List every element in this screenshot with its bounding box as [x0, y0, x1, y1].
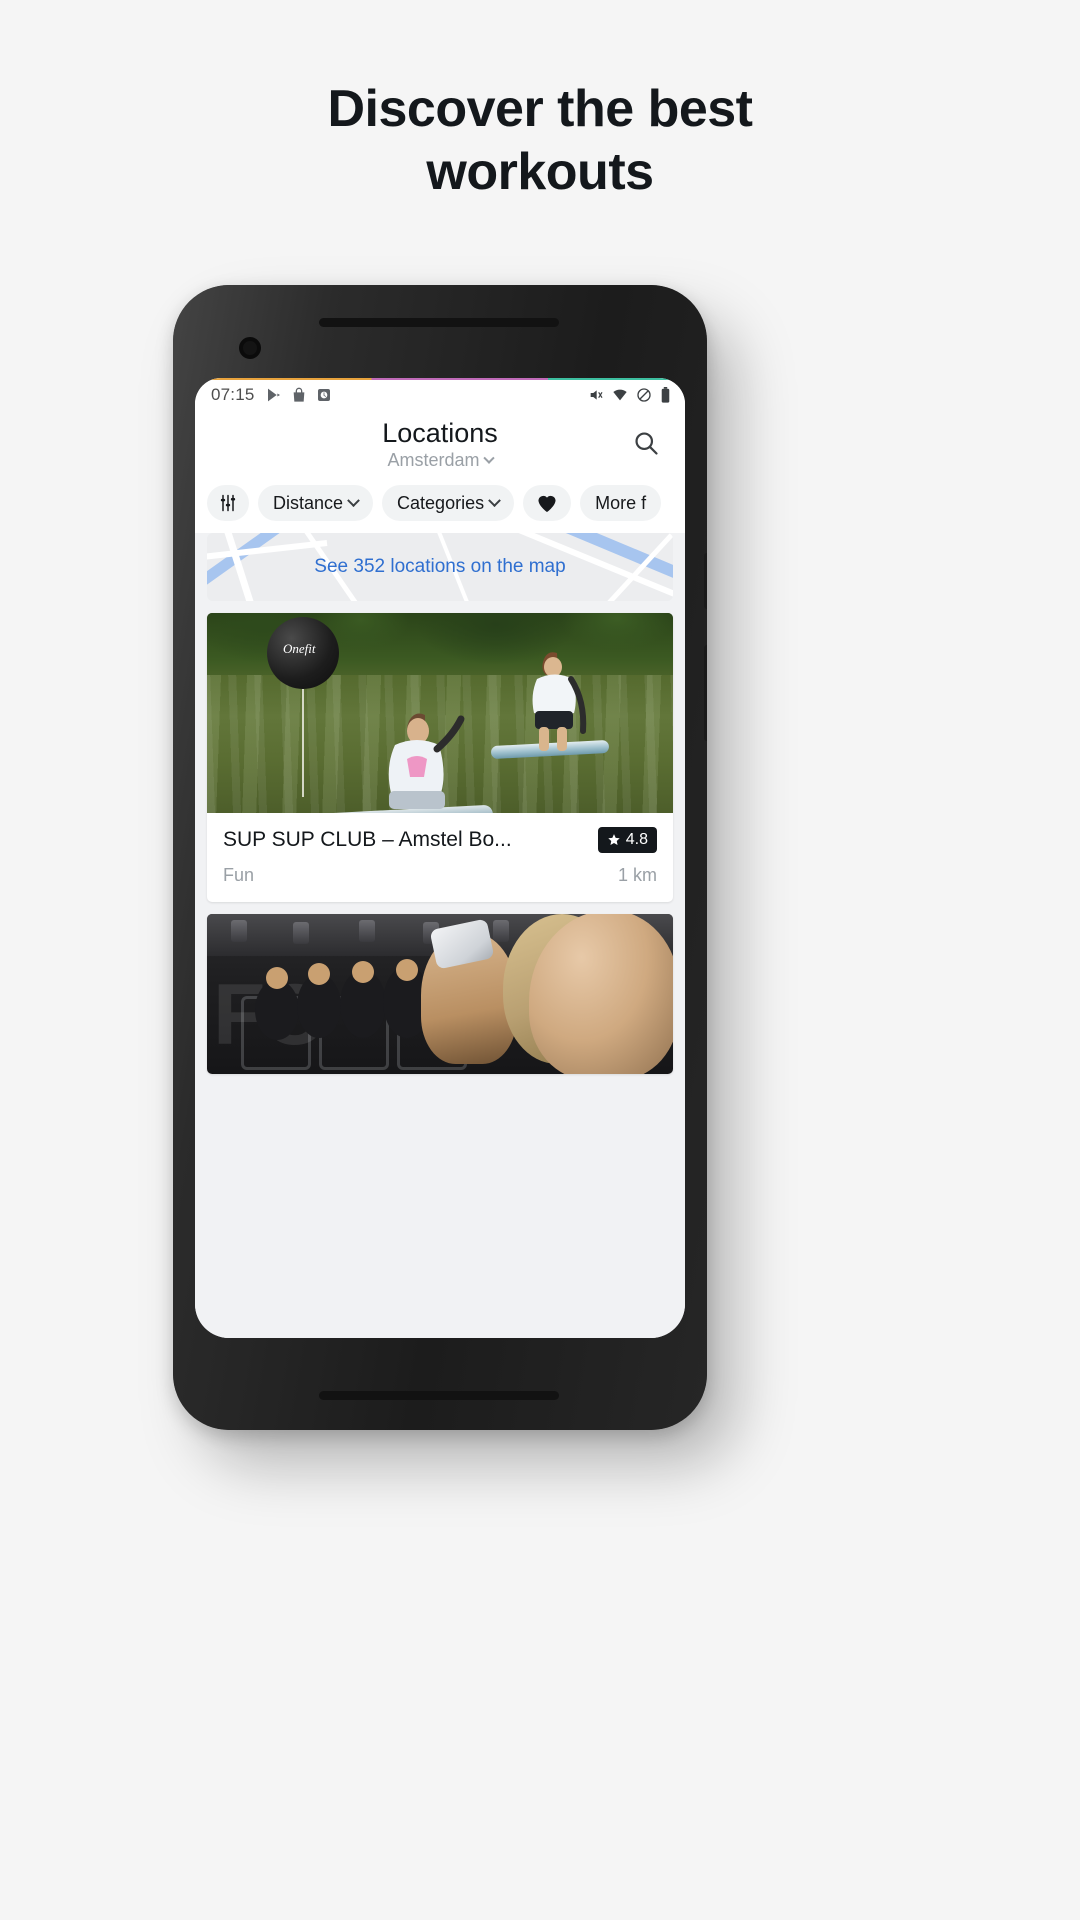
- location-card-category: Fun: [223, 865, 255, 886]
- battery-icon: [660, 387, 671, 403]
- phone-bottom-bar: [319, 1391, 559, 1400]
- filter-chip-categories[interactable]: Categories: [382, 485, 515, 522]
- chevron-down-icon: [482, 452, 495, 464]
- phone-side-button-top: [704, 553, 707, 609]
- map-banner-link[interactable]: See 352 locations on the map: [314, 556, 565, 578]
- star-icon: [608, 834, 620, 846]
- heart-icon: [538, 496, 556, 513]
- filter-chip-more-filters[interactable]: More f: [580, 485, 662, 522]
- sliders-icon: [220, 494, 236, 512]
- status-bar: 07:15: [195, 378, 685, 412]
- status-right-icons: [588, 387, 671, 403]
- search-button[interactable]: [629, 426, 663, 460]
- play-store-icon: [266, 387, 282, 403]
- filter-chip-more-filters-label: More f: [595, 492, 647, 513]
- paddler-kneeling: [388, 713, 465, 810]
- alarm-clock-icon: [316, 387, 332, 403]
- page-title: Locations: [382, 418, 498, 448]
- location-card[interactable]: FO DON'T QUIT: [207, 914, 673, 1075]
- location-card[interactable]: Onefit SUP SUP CLUB – Amstel Bo... 4.8 F…: [207, 613, 673, 903]
- status-left-icons: [266, 387, 332, 403]
- status-time: 07:15: [211, 385, 255, 404]
- filter-chips-row[interactable]: Distance Categories More f: [195, 481, 685, 534]
- paddler-standing: [532, 652, 587, 752]
- filter-chip-favourites[interactable]: [523, 485, 572, 522]
- filter-chip-categories-label: Categories: [397, 492, 485, 513]
- city-label: Amsterdam: [387, 450, 480, 471]
- filter-chip-distance[interactable]: Distance: [258, 485, 374, 522]
- location-card-body: SUP SUP CLUB – Amstel Bo... 4.8 Fun 1 km: [207, 813, 673, 902]
- screen-top-accent: [195, 378, 685, 380]
- app-header: Locations Amsterdam: [195, 412, 685, 482]
- sup-paddleboarding-photo: Onefit: [207, 613, 673, 814]
- location-card-photo: FO DON'T QUIT: [207, 914, 673, 1075]
- front-camera-icon: [239, 337, 261, 359]
- location-card-title-row: SUP SUP CLUB – Amstel Bo... 4.8: [223, 827, 657, 854]
- onefit-balloon: Onefit: [267, 617, 339, 690]
- promo-headline-line2: workouts: [426, 143, 654, 202]
- search-icon: [635, 432, 658, 455]
- location-card-title: SUP SUP CLUB – Amstel Bo...: [223, 828, 512, 852]
- photo-rider-foreground: [529, 914, 673, 1075]
- promo-headline-line1: Discover the best: [327, 80, 754, 138]
- rating-value: 4.8: [625, 831, 648, 849]
- balloon-logo-text: Onefit: [283, 641, 316, 657]
- balloon-string: [302, 689, 304, 798]
- location-card-photo: Onefit: [207, 613, 673, 814]
- phone-side-button-bottom: [704, 645, 707, 741]
- wifi-icon: [612, 387, 628, 403]
- shopping-bag-icon: [291, 387, 307, 403]
- city-selector[interactable]: Amsterdam: [387, 450, 495, 471]
- promo-headline: Discover the best workouts: [0, 78, 1080, 205]
- map-banner[interactable]: See 352 locations on the map: [207, 533, 673, 602]
- phone-mockup: 07:15 Locations Amsterdam Distance Categ…: [173, 285, 707, 1430]
- mute-icon: [588, 387, 604, 403]
- chevron-down-icon: [488, 493, 501, 507]
- location-card-distance: 1 km: [617, 865, 657, 886]
- chevron-down-icon: [347, 493, 360, 507]
- filter-sliders-button[interactable]: [207, 485, 249, 522]
- phone-screen: 07:15 Locations Amsterdam Distance Categ…: [195, 378, 685, 1338]
- location-card-meta-row: Fun 1 km: [223, 865, 657, 886]
- rating-badge: 4.8: [597, 827, 657, 854]
- do-not-disturb-icon: [636, 387, 652, 403]
- filter-chip-distance-label: Distance: [273, 492, 344, 513]
- earpiece-speaker: [319, 318, 559, 327]
- indoor-cycling-class-photo: FO DON'T QUIT: [207, 914, 673, 1075]
- locations-list: See 352 locations on the map Onefit SUP …: [195, 533, 685, 1338]
